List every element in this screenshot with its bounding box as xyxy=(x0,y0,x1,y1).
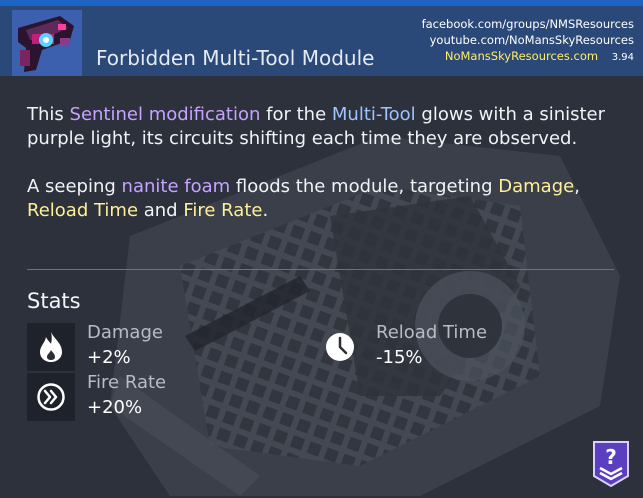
stat-value: +2% xyxy=(87,347,131,368)
description-text: . xyxy=(262,200,269,221)
stat-name: Damage xyxy=(87,322,163,343)
section-divider xyxy=(27,269,614,270)
highlight-reload-time: Reload Time xyxy=(27,200,139,221)
stat-name: Fire Rate xyxy=(87,372,167,393)
item-description: This Sentinel modification for the Multi… xyxy=(27,103,607,247)
description-text: A seeping xyxy=(27,176,122,197)
multitool-module-icon xyxy=(12,10,82,80)
clock-icon xyxy=(316,323,364,371)
flame-icon xyxy=(27,323,75,371)
item-title: Forbidden Multi-Tool Module xyxy=(96,46,375,70)
highlight-damage: Damage xyxy=(498,176,575,197)
description-text: , xyxy=(574,176,580,197)
highlight-fire-rate: Fire Rate xyxy=(183,200,263,221)
description-text: floods the module, targeting xyxy=(230,176,499,197)
double-chevron-icon xyxy=(27,373,75,421)
description-text: for the xyxy=(260,104,332,125)
stats-heading: Stats xyxy=(27,289,81,313)
stat-name: Reload Time xyxy=(376,322,488,343)
description-text: This xyxy=(27,104,70,125)
highlight-multitool: Multi-Tool xyxy=(331,104,416,125)
item-panel: This Sentinel modification for the Multi… xyxy=(0,76,643,498)
highlight-nanite-foam: nanite foam xyxy=(121,176,231,197)
class-badge-icon: ? xyxy=(591,440,631,488)
source-links: facebook.com/groups/NMSResources youtube… xyxy=(422,16,634,66)
version-label: 3.94 xyxy=(611,52,634,63)
description-paragraph-1: This Sentinel modification for the Multi… xyxy=(27,103,607,151)
header-bar: Forbidden Multi-Tool Module facebook.com… xyxy=(0,6,643,80)
description-text: and xyxy=(138,200,184,221)
highlight-sentinel: Sentinel modification xyxy=(69,104,261,125)
stat-value: +20% xyxy=(87,397,143,418)
svg-text:?: ? xyxy=(605,445,617,469)
youtube-link[interactable]: youtube.com/NoMansSkyResources xyxy=(422,32,634,48)
description-paragraph-2: A seeping nanite foam floods the module,… xyxy=(27,175,607,223)
website-link[interactable]: NoMansSkyResources.com xyxy=(445,49,598,63)
stat-value: -15% xyxy=(376,347,423,368)
facebook-link[interactable]: facebook.com/groups/NMSResources xyxy=(422,16,634,32)
